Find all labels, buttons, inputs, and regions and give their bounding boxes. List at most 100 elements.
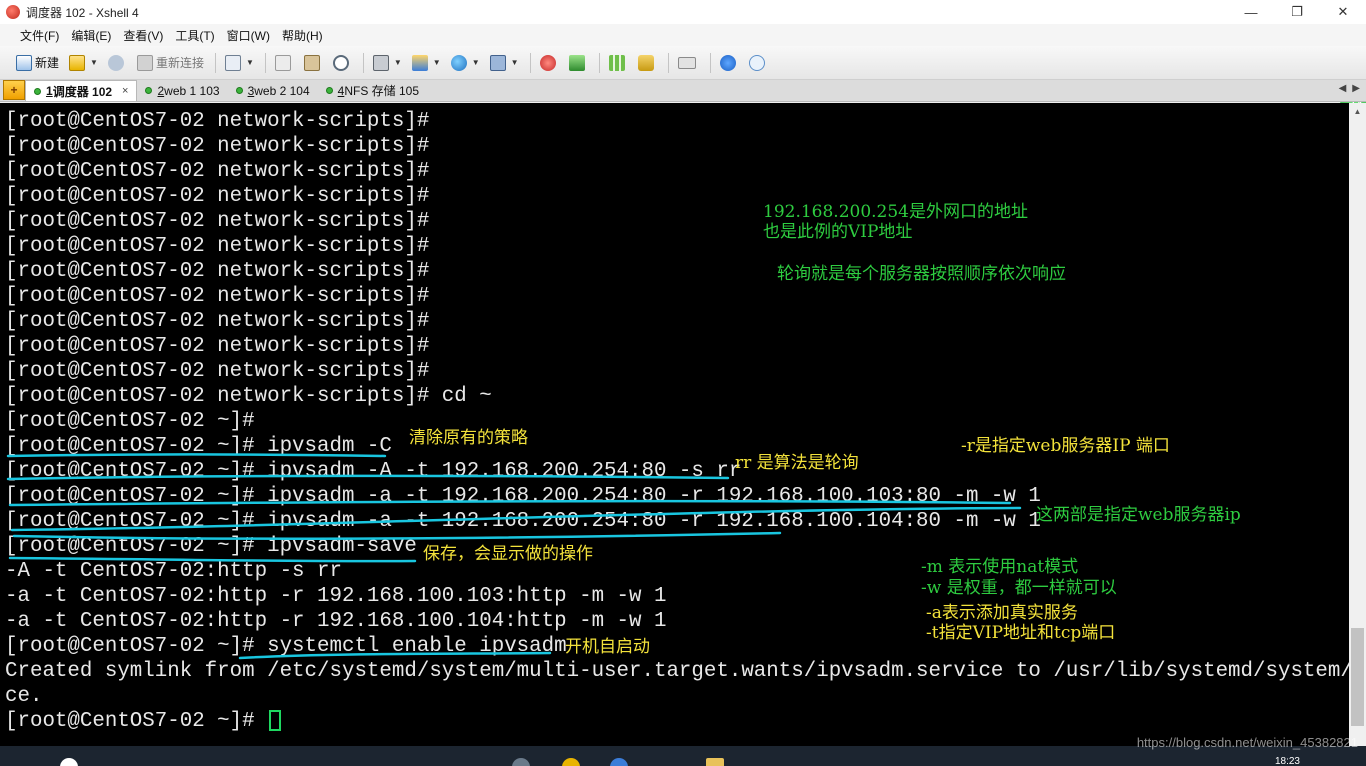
terminal-view[interactable]: [root@CentOS7-02 network-scripts]# [root… bbox=[0, 103, 1349, 746]
link-button[interactable] bbox=[104, 51, 131, 75]
ink-underline-clear bbox=[6, 453, 387, 458]
toolbar-separator bbox=[709, 52, 711, 73]
lock-button[interactable] bbox=[634, 51, 661, 75]
new-session-icon bbox=[16, 54, 32, 71]
properties-icon bbox=[224, 54, 241, 71]
menu-file[interactable]: 文件(F) bbox=[14, 27, 65, 44]
menu-tools[interactable]: 工具(T) bbox=[169, 27, 220, 44]
title-bar: 调度器 102 - Xshell 4 — ❐ ✕ bbox=[0, 0, 1366, 24]
tab-nfs-105[interactable]: 4 NFS 存储 105 bbox=[318, 80, 427, 101]
app-icon bbox=[6, 5, 20, 19]
tab-close-icon[interactable]: × bbox=[122, 85, 128, 97]
note-rr-algo: rr 是算法是轮询 bbox=[735, 453, 859, 473]
note-save: 保存，会显示做的操作 bbox=[423, 544, 593, 564]
keyboard-button[interactable] bbox=[674, 51, 703, 75]
help-icon bbox=[719, 54, 736, 71]
chrome-icon[interactable] bbox=[562, 758, 580, 766]
ink-underline-add104 bbox=[10, 506, 1022, 532]
reconnect-button[interactable]: 重新连接 bbox=[133, 51, 208, 75]
tab-label: 调度器 102 bbox=[52, 84, 113, 99]
toolbar-separator bbox=[214, 52, 216, 73]
xmanager-button[interactable] bbox=[565, 51, 592, 75]
layout-icon bbox=[608, 54, 625, 71]
browser-icon[interactable] bbox=[610, 758, 628, 766]
restore-button[interactable]: ❐ bbox=[1274, 0, 1320, 24]
copy-icon bbox=[274, 54, 291, 71]
help-button[interactable] bbox=[716, 51, 743, 75]
note-vip-desc: 也是此例的VIP地址 bbox=[763, 222, 913, 242]
reconnect-label: 重新连接 bbox=[155, 56, 204, 70]
add-tab-button[interactable]: + bbox=[3, 80, 25, 100]
open-folder-button[interactable]: ▼ bbox=[65, 51, 102, 75]
window-title: 调度器 102 - Xshell 4 bbox=[26, 5, 139, 20]
menu-edit[interactable]: 编辑(E) bbox=[65, 27, 117, 44]
tab-scheduler-102[interactable]: 1 调度器 102 × bbox=[25, 80, 138, 101]
font-icon bbox=[489, 54, 506, 71]
find-icon bbox=[332, 54, 349, 71]
minimize-button[interactable]: — bbox=[1228, 0, 1274, 24]
tab-label: web 2 104 bbox=[254, 83, 310, 98]
tab-number: 4 bbox=[337, 83, 345, 98]
transfer-button[interactable]: ▼ bbox=[408, 51, 445, 75]
tab-label: NFS 存储 105 bbox=[344, 84, 420, 98]
globe-icon bbox=[450, 54, 467, 71]
note-r-flag: -r是指定web服务器IP 端口 bbox=[961, 436, 1170, 456]
chat-icon bbox=[748, 54, 765, 71]
toolbar-separator bbox=[667, 52, 669, 73]
paste-button[interactable] bbox=[300, 51, 327, 75]
scroll-up-icon[interactable]: ▲ bbox=[1349, 103, 1366, 120]
folder-icon[interactable] bbox=[706, 758, 724, 766]
ink-underline-add103 bbox=[8, 499, 1012, 507]
lock-icon bbox=[637, 54, 654, 71]
note-round-robin: 轮询就是每个服务器按照顺序依次响应 bbox=[777, 264, 1066, 284]
scrollbar-thumb[interactable] bbox=[1351, 628, 1364, 726]
ink-underline-enable bbox=[238, 651, 552, 660]
chevron-down-icon: ▼ bbox=[432, 58, 441, 67]
font-button[interactable]: ▼ bbox=[486, 51, 523, 75]
note-autostart: 开机自启动 bbox=[565, 637, 650, 657]
tab-web2-104[interactable]: 3 web 2 104 bbox=[228, 80, 318, 101]
connected-status-icon bbox=[325, 87, 333, 94]
print-button[interactable]: ▼ bbox=[369, 51, 406, 75]
chevron-down-icon: ▼ bbox=[90, 58, 98, 67]
session-tab-bar: + 1 调度器 102 × 2 web 1 103 3 web 2 104 4 … bbox=[0, 80, 1366, 102]
tab-number: 1 bbox=[46, 84, 53, 98]
properties-button[interactable]: ▼ bbox=[221, 51, 258, 75]
terminal-scrollbar[interactable]: ▲ bbox=[1349, 103, 1366, 746]
chevron-down-icon: ▼ bbox=[393, 58, 402, 67]
connected-status-icon bbox=[145, 87, 153, 94]
copy-button[interactable] bbox=[271, 51, 298, 75]
globe-button[interactable]: ▼ bbox=[447, 51, 484, 75]
note-clear-policy: 清除原有的策略 bbox=[409, 428, 528, 448]
find-button[interactable] bbox=[329, 51, 356, 75]
toolbar: 新建 ▼ 重新连接 ▼ ▼ ▼ ▼ ▼ bbox=[0, 46, 1366, 124]
menu-window[interactable]: 窗口(W) bbox=[221, 27, 276, 44]
print-icon bbox=[372, 54, 389, 71]
chevron-down-icon: ▼ bbox=[471, 58, 480, 67]
watermark: https://blog.csdn.net/weixin_45382821 bbox=[1136, 735, 1358, 750]
close-button[interactable]: ✕ bbox=[1320, 0, 1366, 24]
layout-button[interactable] bbox=[605, 51, 632, 75]
tab-web1-103[interactable]: 2 web 1 103 bbox=[137, 80, 227, 101]
menu-help[interactable]: 帮助(H) bbox=[276, 27, 329, 44]
tab-scroll-right-icon[interactable]: ▶ bbox=[1352, 83, 1360, 94]
note-vip-address: 192.168.200.254是外网口的地址 bbox=[763, 202, 1029, 222]
new-session-label: 新建 bbox=[35, 56, 60, 70]
chat-button[interactable] bbox=[745, 51, 772, 75]
ink-annotations bbox=[6, 453, 1022, 660]
note-w-flag: -w 是权重，都一样就可以 bbox=[921, 578, 1117, 598]
toolbar-separator bbox=[598, 52, 600, 73]
connected-status-icon bbox=[235, 87, 243, 94]
chevron-down-icon: ▼ bbox=[245, 58, 254, 67]
tab-scroll-left-icon[interactable]: ◀ bbox=[1339, 83, 1347, 94]
xftp-button[interactable] bbox=[536, 51, 563, 75]
new-session-button[interactable]: 新建 bbox=[12, 51, 63, 75]
xmanager-icon bbox=[568, 54, 585, 71]
note-m-flag: -m 表示使用nat模式 bbox=[921, 557, 1079, 577]
transfer-icon bbox=[411, 54, 428, 71]
ink-underline-rr bbox=[6, 474, 730, 481]
menu-view[interactable]: 查看(V) bbox=[117, 27, 169, 44]
taskbar-app-icon[interactable] bbox=[512, 758, 530, 766]
search-icon[interactable] bbox=[60, 758, 78, 766]
folder-icon bbox=[69, 54, 86, 71]
